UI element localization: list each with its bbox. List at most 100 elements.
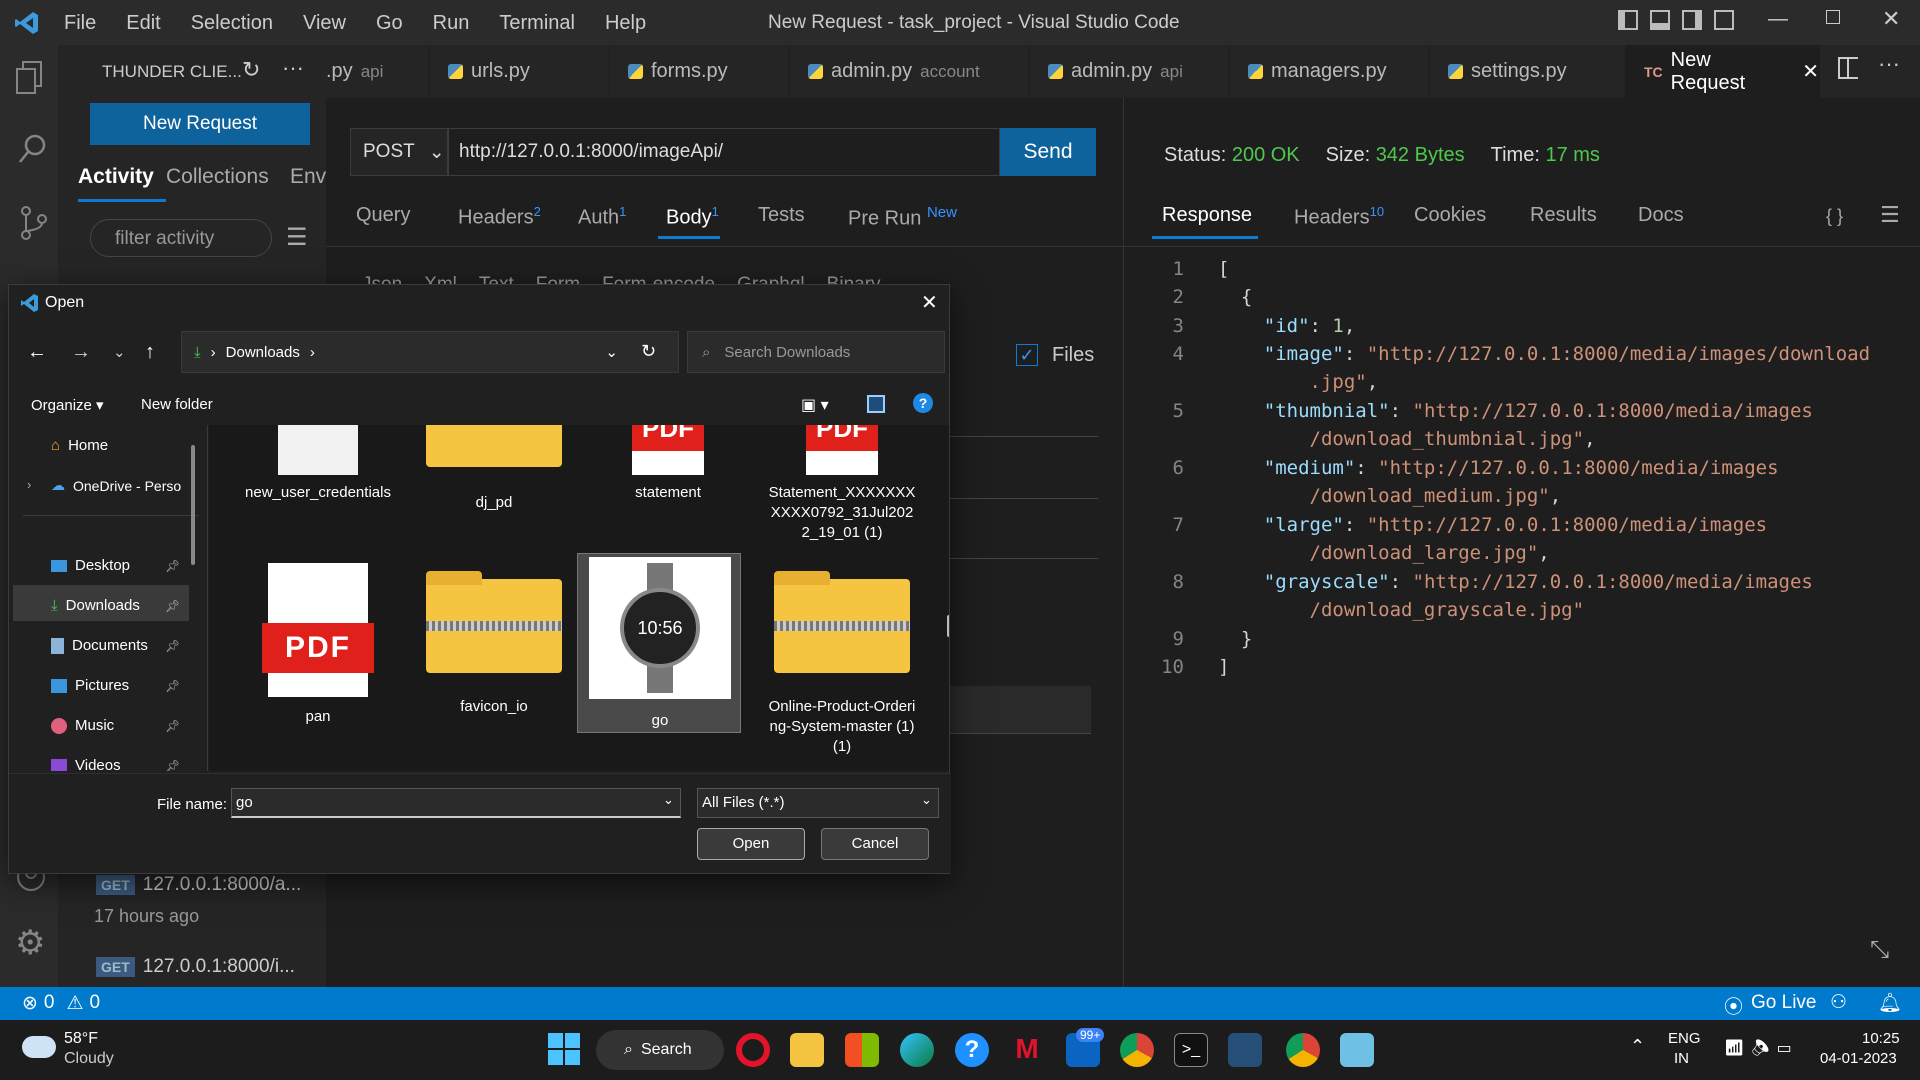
more-actions-icon[interactable]: ··· [282, 55, 304, 81]
close-icon[interactable]: ✕ [1882, 6, 1900, 32]
tab-close-icon[interactable]: ✕ [1802, 59, 1819, 84]
expand-icon[interactable]: ⤡ [1870, 936, 1889, 964]
nav-onedrive[interactable]: ☁ OneDrive - Perso [51, 477, 181, 494]
tab-activity[interactable]: Activity [78, 165, 154, 189]
show-hidden-icons-icon[interactable]: ⌃ [1630, 1036, 1645, 1057]
file-item[interactable]: dj_pd [419, 425, 569, 513]
menu-go[interactable]: Go [376, 12, 403, 35]
file-name-input[interactable]: go [231, 788, 681, 818]
back-arrow-icon[interactable]: ← [27, 341, 47, 364]
language-code[interactable]: ENG [1668, 1030, 1701, 1047]
organize-menu[interactable]: Organize ▾ [31, 396, 104, 414]
sort-menu-icon[interactable]: ☰ [286, 223, 308, 252]
terminal-icon[interactable]: >_ [1174, 1033, 1208, 1067]
mcafee-icon[interactable]: M [1010, 1033, 1044, 1067]
toggle-sidebar-icon[interactable] [1618, 10, 1638, 30]
tab-body[interactable]: Body1 [666, 204, 719, 230]
vscode-taskbar-icon[interactable] [1228, 1033, 1262, 1067]
dialog-close-icon[interactable]: ✕ [921, 290, 938, 315]
source-control-icon[interactable] [18, 205, 48, 241]
explorer-icon[interactable] [16, 61, 44, 95]
menu-file[interactable]: File [64, 12, 96, 35]
new-folder-button[interactable]: New folder [141, 396, 213, 413]
tab-results[interactable]: Results [1530, 204, 1597, 227]
tab-new-request[interactable]: TC New Request ✕ [1626, 45, 1820, 98]
file-item[interactable]: PDF statement [593, 425, 743, 503]
nav-scrollbar[interactable] [191, 445, 195, 565]
weather-temp[interactable]: 58°F [64, 1030, 98, 1048]
refresh-icon[interactable]: ↻ [242, 57, 260, 83]
file-list-scrollbar[interactable] [947, 615, 949, 637]
accounts-icon[interactable]: ⚇ [1830, 991, 1847, 1014]
tab-response[interactable]: Response [1162, 204, 1252, 227]
tab-pre-run[interactable]: Pre Run New [848, 204, 957, 231]
open-button[interactable]: Open [697, 828, 805, 860]
nav-home[interactable]: ⌂ Home [51, 437, 108, 454]
nav-documents[interactable]: Documents [51, 637, 148, 654]
start-button[interactable] [548, 1033, 580, 1065]
menu-edit[interactable]: Edit [126, 12, 160, 35]
problems-indicator[interactable]: ⊗ 0 ⚠ 0 [22, 992, 100, 1015]
tab-admin-py-account[interactable]: admin.py account [790, 45, 1030, 98]
preview-pane-icon[interactable] [867, 395, 885, 413]
address-bar[interactable]: ⤓ › Downloads › ⌄ [181, 331, 679, 373]
menu-terminal[interactable]: Terminal [499, 12, 575, 35]
filter-activity-input[interactable]: filter activity [90, 219, 272, 257]
edge-icon[interactable] [900, 1033, 934, 1067]
tab-response-headers[interactable]: Headers10 [1294, 204, 1384, 230]
menu-selection[interactable]: Selection [191, 12, 273, 35]
tab-query[interactable]: Query [356, 204, 410, 227]
tab-py-api[interactable]: .py api [326, 45, 430, 98]
up-arrow-icon[interactable]: ↑ [145, 341, 155, 364]
go-live-button[interactable]: ⦿ Go Live [1724, 992, 1817, 1019]
chevron-down-icon[interactable]: ⌄ [921, 792, 932, 808]
file-item[interactable]: new_user_credentials [243, 425, 393, 503]
menu-view[interactable]: View [303, 12, 346, 35]
breadcrumb[interactable]: Downloads [226, 344, 300, 361]
url-input[interactable]: http://127.0.0.1:8000/imageApi/ [448, 128, 1000, 176]
nav-videos[interactable]: Videos [51, 757, 121, 771]
send-button[interactable]: Send [1000, 128, 1096, 176]
minimize-icon[interactable]: — [1768, 8, 1788, 31]
system-tray-icons[interactable]: 📶︎🔈︎▭ [1724, 1038, 1798, 1058]
chevron-down-icon[interactable]: ⌄ [605, 343, 618, 361]
view-options-icon[interactable]: ▣ ▾ [801, 395, 829, 415]
file-item[interactable]: Online-Product-Ordering-System-master (1… [767, 563, 917, 757]
file-type-select[interactable]: All Files (*.*) [697, 788, 939, 818]
nav-desktop[interactable]: Desktop [51, 557, 130, 574]
tab-managers-py[interactable]: managers.py [1230, 45, 1430, 98]
nav-downloads[interactable]: ⤓ Downloads [51, 597, 140, 614]
recent-locations-icon[interactable]: ⌄ [113, 343, 126, 361]
microsoft-store-icon[interactable] [845, 1033, 879, 1067]
tab-tests[interactable]: Tests [758, 204, 805, 227]
tab-admin-py-api[interactable]: admin.py api [1030, 45, 1230, 98]
tab-collections[interactable]: Collections [166, 165, 269, 189]
toggle-panel-icon[interactable] [1650, 10, 1670, 30]
toggle-secondary-sidebar-icon[interactable] [1682, 10, 1702, 30]
file-item[interactable]: PDF Statement_XXXXXXXXXXX0792_31Jul2022_1… [767, 425, 917, 543]
tab-docs[interactable]: Docs [1638, 204, 1684, 227]
format-json-icon[interactable]: { } [1826, 206, 1843, 227]
response-json-view[interactable]: 1 2 3 4 5 6 7 8 9 10 [ { "id": 1, "image… [1124, 258, 1920, 818]
method-select[interactable]: POST ⌄ [350, 128, 448, 176]
refresh-icon[interactable]: ↻ [641, 341, 656, 362]
settings-gear-icon[interactable]: ⚙ [15, 923, 45, 963]
clock-time[interactable]: 10:25 [1862, 1030, 1900, 1047]
tab-env[interactable]: Env [290, 165, 326, 189]
menu-help[interactable]: Help [605, 12, 646, 35]
editor-more-icon[interactable]: ··· [1878, 51, 1900, 77]
nav-music[interactable]: Music [51, 717, 114, 734]
tab-cookies[interactable]: Cookies [1414, 204, 1486, 227]
file-item[interactable]: PDF pan [243, 563, 393, 727]
search-icon[interactable] [18, 133, 48, 165]
customize-layout-icon[interactable] [1714, 10, 1734, 30]
help-icon[interactable]: ? [955, 1033, 989, 1067]
file-item-selected[interactable]: 10:56 go [585, 557, 735, 731]
taskbar-search[interactable]: ⌕ Search [596, 1030, 724, 1070]
split-editor-icon[interactable] [1838, 57, 1858, 79]
tab-urls-py[interactable]: urls.py [430, 45, 610, 98]
notifications-bell-icon[interactable]: 🔔︎ [1878, 991, 1902, 1015]
menu-run[interactable]: Run [433, 12, 470, 35]
history-item[interactable]: GET 127.0.0.1:8000/a... [96, 874, 301, 896]
nav-pictures[interactable]: Pictures [51, 677, 129, 694]
